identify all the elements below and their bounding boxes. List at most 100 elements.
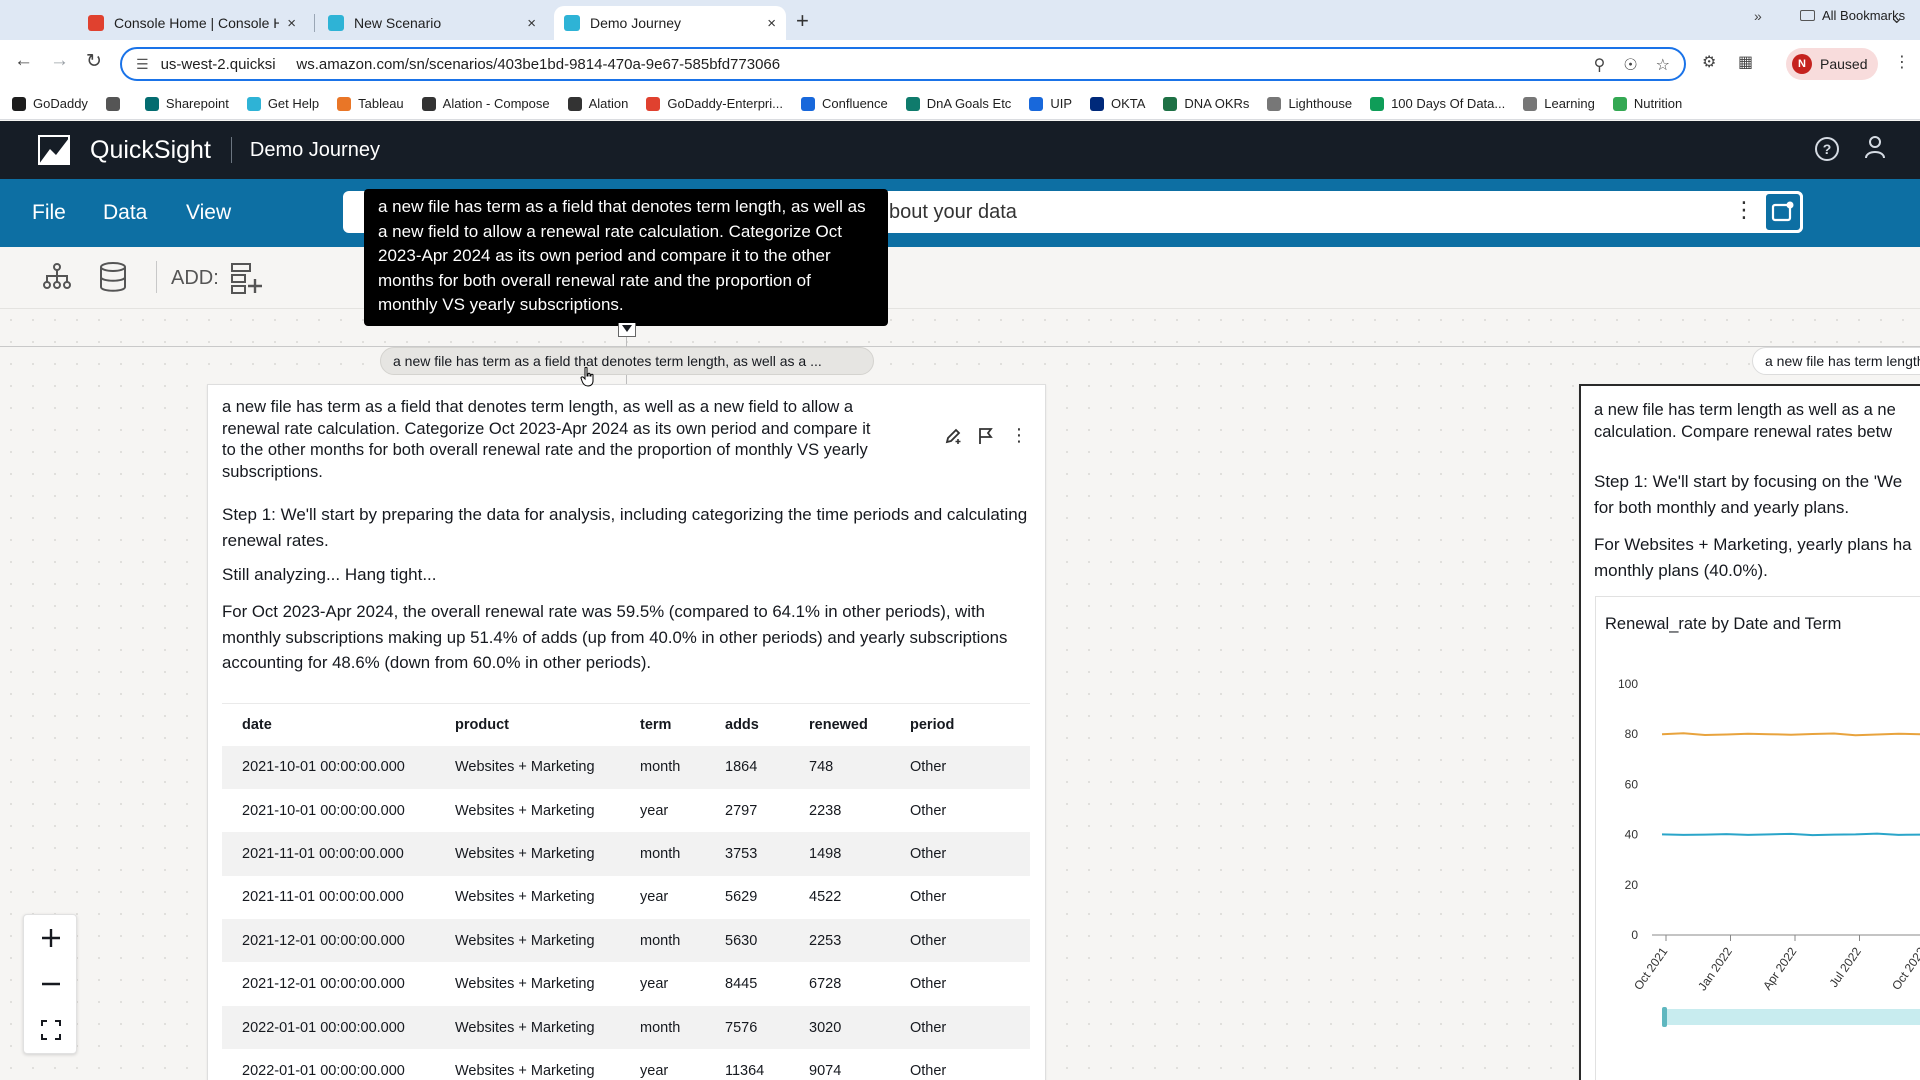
eye-slash-icon[interactable]: ☉	[1623, 55, 1637, 75]
plus-icon	[42, 929, 60, 947]
profile-status: Paused	[1820, 56, 1868, 72]
quicksight-logo-icon[interactable]	[38, 135, 72, 165]
bookmark-item[interactable]: OKTA	[1089, 96, 1145, 111]
table-cell-renewed: 6728	[789, 962, 890, 1006]
y-tick-label: 0	[1631, 928, 1638, 942]
zoom-in-button[interactable]	[24, 915, 78, 961]
bookmark-item[interactable]: 100 Days Of Data...	[1370, 96, 1505, 111]
question-pill[interactable]: a new file has term as a field that deno…	[380, 347, 874, 375]
zoom-out-button[interactable]	[24, 961, 78, 1007]
bookmark-item[interactable]: DNA OKRs	[1163, 96, 1249, 111]
column-header-date[interactable]: date	[222, 703, 435, 746]
menu-view[interactable]: View	[186, 201, 231, 225]
question-pill-right[interactable]: a new file has term length as well as a …	[1752, 347, 1920, 375]
profile-avatar: N	[1792, 54, 1812, 74]
app-brand[interactable]: QuickSight	[90, 136, 211, 165]
bookmark-item[interactable]: Learning	[1523, 96, 1595, 111]
tab-separator	[314, 14, 315, 32]
right-question-line-1: a new file has term length as well as a …	[1594, 401, 1896, 419]
edit-pen-icon[interactable]	[944, 427, 962, 450]
table-cell-period: Other	[890, 745, 1030, 789]
all-bookmarks-folder[interactable]: All Bookmarks	[1800, 8, 1905, 23]
zoom-magnifier-icon[interactable]: ⚲	[1594, 55, 1606, 75]
fullscreen-icon	[41, 1020, 61, 1040]
flag-icon[interactable]	[978, 427, 994, 450]
close-tab-icon[interactable]: ×	[287, 15, 296, 32]
menu-file[interactable]: File	[32, 201, 66, 225]
address-bar[interactable]: ☰ us-west-2.quicksi ws.amazon.com/sn/sce…	[120, 47, 1686, 81]
more-bookmarks-icon[interactable]: »	[1754, 8, 1762, 24]
back-arrow-icon[interactable]: ←	[14, 50, 33, 72]
tab-label: Demo Journey	[590, 15, 682, 31]
browser-tab-console-home[interactable]: Console Home | Console Home ×	[78, 6, 306, 40]
database-icon[interactable]	[98, 261, 128, 298]
renewal-rate-chart[interactable]: Renewal_rate by Date and Term 0 20 40 60 80 1…	[1595, 596, 1920, 1080]
fit-to-screen-button[interactable]	[24, 1007, 78, 1053]
table-cell-renewed: 4522	[789, 875, 890, 920]
table-cell-renewed: 1498	[789, 832, 890, 876]
x-tick-label: Jan 2022	[1695, 944, 1735, 993]
profile-button[interactable]: N Paused	[1786, 48, 1878, 80]
extensions-puzzle-icon[interactable]: ▦	[1738, 52, 1753, 72]
new-topic-button[interactable]	[1763, 191, 1803, 233]
bookmark-item[interactable]: GoDaddy	[12, 96, 88, 111]
table-cell-renewed: 748	[789, 745, 890, 789]
bookmark-item[interactable]: Sharepoint	[144, 96, 229, 111]
table-cell-product: Websites + Marketing	[435, 919, 620, 963]
table-cell-term: month	[620, 919, 705, 963]
site-info-icon[interactable]: ☰	[136, 56, 149, 73]
hierarchy-icon[interactable]	[42, 261, 72, 296]
browser-menu-kebab-icon[interactable]: ⋮	[1894, 52, 1910, 72]
column-header-term[interactable]: term	[620, 703, 705, 746]
card-options-kebab-icon[interactable]: ⋮	[1010, 426, 1028, 450]
bookmark-label: Confluence	[821, 96, 888, 111]
bookmark-label: Learning	[1544, 96, 1595, 111]
reload-icon[interactable]: ↻	[86, 50, 102, 73]
bookmark-item[interactable]	[105, 96, 127, 111]
bookmark-star-icon[interactable]: ☆	[1656, 55, 1670, 75]
tooltip-pointer	[618, 323, 636, 337]
question-tooltip: a new file has term as a field that deno…	[364, 189, 888, 326]
bookmark-favicon-icon	[646, 96, 661, 111]
minus-icon	[42, 982, 60, 986]
bookmark-label: Sharepoint	[165, 96, 229, 111]
series-line-1	[1661, 832, 1920, 837]
add-data-icon[interactable]	[229, 261, 263, 302]
table-cell-date: 2021-10-01 00:00:00.000	[222, 745, 435, 789]
user-icon[interactable]	[1864, 135, 1886, 164]
bookmark-label: Alation - Compose	[442, 96, 550, 111]
close-tab-icon[interactable]: ×	[767, 15, 776, 32]
table-cell-adds: 5630	[705, 919, 789, 963]
extension-gear-icon[interactable]: ⚙	[1702, 52, 1716, 72]
bookmark-item[interactable]: Alation	[567, 96, 628, 111]
help-icon[interactable]: ?	[1815, 137, 1839, 161]
browser-tab-new-scenario[interactable]: New Scenario ×	[318, 6, 546, 40]
bookmark-item[interactable]: Alation - Compose	[421, 96, 550, 111]
table-cell-period: Other	[890, 919, 1030, 963]
table-cell-renewed: 9074	[789, 1049, 890, 1080]
tab-label: New Scenario	[354, 15, 442, 31]
menu-data[interactable]: Data	[103, 201, 147, 225]
browser-tab-demo-journey[interactable]: Demo Journey ×	[554, 6, 786, 40]
table-cell-date: 2021-11-01 00:00:00.000	[222, 875, 435, 920]
new-tab-button[interactable]: +	[796, 8, 809, 34]
bookmark-item[interactable]: GoDaddy-Enterpri...	[646, 96, 783, 111]
bookmark-item[interactable]: Nutrition	[1612, 96, 1682, 111]
bookmark-item[interactable]: Tableau	[337, 96, 404, 111]
column-header-product[interactable]: product	[435, 703, 620, 746]
column-header-period[interactable]: period	[890, 703, 1030, 746]
close-tab-icon[interactable]: ×	[527, 15, 536, 32]
qbar-options-kebab-icon[interactable]: ⋮	[1733, 197, 1755, 223]
bookmark-item[interactable]: DnA Goals Etc	[905, 96, 1011, 111]
bookmark-item[interactable]: Confluence	[800, 96, 888, 111]
bookmark-item[interactable]: Lighthouse	[1267, 96, 1352, 111]
column-header-adds[interactable]: adds	[705, 703, 789, 746]
forward-arrow-icon[interactable]: →	[50, 50, 69, 72]
table-cell-product: Websites + Marketing	[435, 1049, 620, 1080]
table-cell-date: 2022-01-01 00:00:00.000	[222, 1049, 435, 1080]
y-tick-label: 60	[1625, 777, 1639, 791]
column-header-renewed[interactable]: renewed	[789, 703, 890, 746]
bookmark-item[interactable]: UIP	[1029, 96, 1072, 111]
bookmark-item[interactable]: Get Help	[246, 96, 319, 111]
table-row: 2021-12-01 00:00:00.000 Websites + Market…	[222, 962, 1030, 1006]
